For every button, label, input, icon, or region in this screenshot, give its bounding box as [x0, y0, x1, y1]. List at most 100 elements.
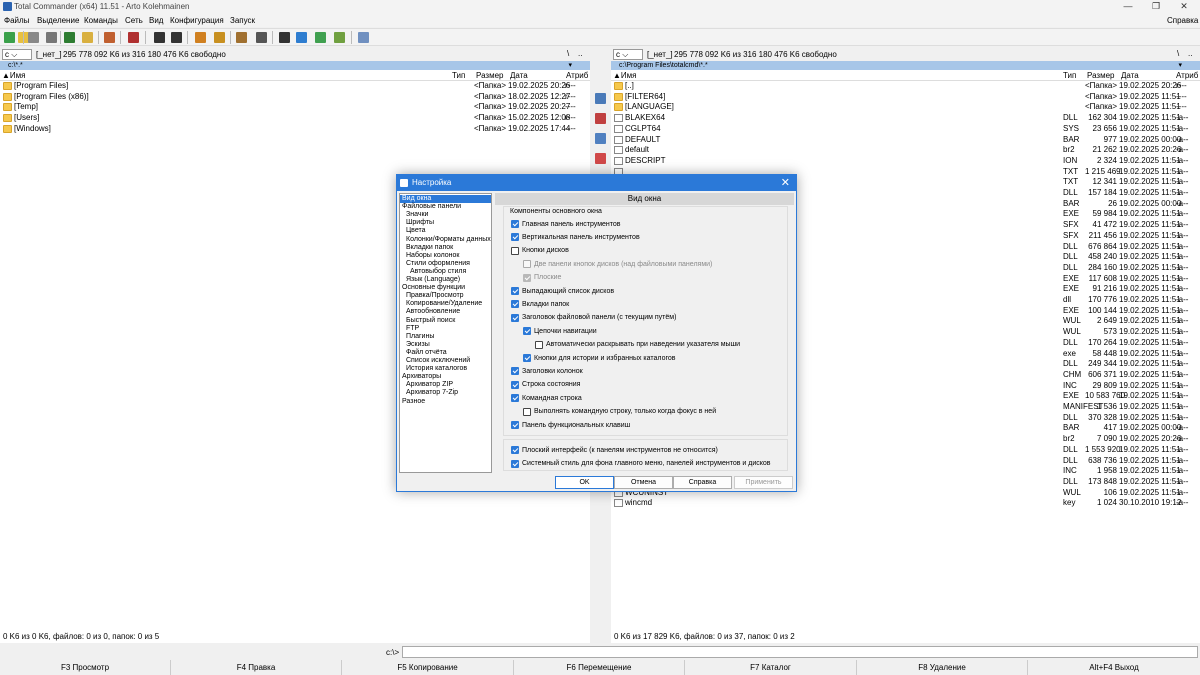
find-icon[interactable]: [236, 32, 247, 43]
option-checkbox[interactable]: [523, 260, 531, 269]
file-row[interactable]: DEFAULT BAR 977 19.02.2025 00:00 -a--: [611, 135, 1200, 146]
option-checkbox[interactable]: [511, 233, 519, 242]
right-col-date[interactable]: Дата: [1121, 70, 1139, 81]
file-row[interactable]: [LANGUAGE] <Папка> 19.02.2025 11:51 ----: [611, 102, 1200, 113]
tree-item[interactable]: Автовыбор стиля: [410, 268, 466, 276]
tree-item[interactable]: Эскизы: [406, 341, 430, 349]
unselect-icon[interactable]: [128, 32, 139, 43]
tree-item[interactable]: Архиватор 7-Zip: [406, 389, 458, 397]
option-checkbox[interactable]: [523, 273, 531, 282]
option-checkbox[interactable]: [511, 287, 519, 295]
left-col-date[interactable]: Дата: [510, 70, 528, 81]
tree-item[interactable]: Файл отчёта: [406, 349, 447, 357]
file-row[interactable]: BLAKEX64 DLL 162 304 19.02.2025 11:51 -a--: [611, 113, 1200, 124]
f8-delete-button[interactable]: F8 Удаление: [857, 660, 1028, 675]
pack-icon[interactable]: [195, 32, 206, 43]
option-checkbox[interactable]: [511, 300, 519, 309]
right-up-button[interactable]: ..: [1188, 49, 1192, 58]
f7-mkdir-button[interactable]: F7 Каталог: [685, 660, 857, 675]
tree-item[interactable]: Разное: [402, 398, 425, 406]
option-checkbox[interactable]: [511, 394, 519, 403]
tree-item[interactable]: Автообновление: [406, 308, 460, 316]
f6-move-button[interactable]: F6 Перемещение: [514, 660, 685, 675]
command-input[interactable]: [402, 646, 1198, 658]
tree-item[interactable]: Архиваторы: [402, 373, 441, 381]
file-row[interactable]: wincmd key 1 024 30.10.2010 19:12 -a--: [611, 498, 1200, 509]
left-col-name[interactable]: ▲Имя: [2, 70, 26, 81]
file-row[interactable]: [Windows] <Папка> 19.02.2025 17:44 ----: [0, 124, 590, 135]
ok-button[interactable]: OK: [555, 476, 614, 489]
tree-item[interactable]: Значки: [406, 211, 428, 219]
maximize-button[interactable]: ❐: [1142, 0, 1170, 13]
tree-item[interactable]: Вид окна: [400, 195, 491, 203]
option-checkbox[interactable]: [511, 380, 519, 389]
tree-item[interactable]: Шрифты: [406, 219, 434, 227]
file-row[interactable]: [Program Files] <Папка> 19.02.2025 20:26 r-…: [0, 81, 590, 92]
option-checkbox[interactable]: [511, 246, 519, 255]
tree-item[interactable]: Правка/Просмотр: [406, 292, 464, 300]
menu-help[interactable]: Справка: [1167, 16, 1198, 25]
compare-icon[interactable]: [334, 32, 345, 43]
brief-view-icon[interactable]: [28, 32, 39, 43]
help-button[interactable]: Справка: [673, 476, 732, 489]
right-drive-select[interactable]: c ⌵: [613, 49, 643, 60]
tree-item[interactable]: Архиватор ZIP: [406, 381, 453, 389]
alt-f4-exit-button[interactable]: Alt+F4 Выход: [1028, 660, 1200, 675]
left-col-size[interactable]: Размер: [476, 70, 504, 81]
option-checkbox[interactable]: [511, 421, 519, 429]
option-checkbox[interactable]: [511, 313, 519, 322]
file-row[interactable]: [FILTER64] <Папка> 19.02.2025 11:51 ----: [611, 92, 1200, 103]
sync-icon[interactable]: [315, 32, 326, 43]
minimize-button[interactable]: —: [1114, 0, 1142, 13]
vt-edit-icon[interactable]: [595, 113, 606, 124]
tree-item[interactable]: Стили оформления: [406, 260, 470, 268]
menu-commands[interactable]: Команды: [84, 16, 118, 25]
right-col-size[interactable]: Размер: [1087, 70, 1115, 81]
tree-item[interactable]: История каталогов: [406, 365, 467, 373]
tree-item[interactable]: Язык (Language): [406, 276, 460, 284]
vt-move-icon[interactable]: [595, 133, 606, 144]
cancel-button[interactable]: Отмена: [614, 476, 673, 489]
forward-arrow-icon[interactable]: [171, 32, 182, 43]
left-path-bar[interactable]: c:\*.* ▾: [0, 61, 590, 70]
file-row[interactable]: default br2 21 262 19.02.2025 20:26 -a--: [611, 145, 1200, 156]
menu-selection[interactable]: Выделение: [37, 16, 79, 25]
left-up-button[interactable]: ..: [578, 49, 582, 58]
right-col-name[interactable]: ▲Имя: [613, 70, 637, 81]
option-checkbox[interactable]: [511, 367, 519, 376]
tree-item[interactable]: Наборы колонок: [406, 252, 459, 260]
tree-item[interactable]: Список исключений: [406, 357, 470, 365]
left-col-attr[interactable]: Атриб: [566, 70, 588, 81]
multi-rename-icon[interactable]: [256, 32, 267, 43]
option-checkbox[interactable]: [523, 407, 531, 416]
option-checkbox[interactable]: [511, 220, 519, 228]
right-root-button[interactable]: \: [1177, 49, 1179, 58]
file-row[interactable]: [Temp] <Папка> 19.02.2025 20:27 ----: [0, 102, 590, 113]
file-row[interactable]: [Users] <Папка> 15.02.2025 12:08 r---: [0, 113, 590, 124]
back-arrow-icon[interactable]: [154, 32, 165, 43]
f3-view-button[interactable]: F3 Просмотр: [0, 660, 171, 675]
right-col-type[interactable]: Тип: [1063, 70, 1076, 81]
tree-item[interactable]: Быстрый поиск: [406, 317, 455, 325]
notepad-icon[interactable]: [358, 32, 369, 43]
left-drive-select[interactable]: c ⌵: [2, 49, 32, 60]
close-window-button[interactable]: ✕: [1170, 0, 1198, 13]
menu-network[interactable]: Сеть: [125, 16, 143, 25]
menu-files[interactable]: Файлы: [4, 16, 29, 25]
style-option-checkbox[interactable]: [511, 446, 519, 454]
binoculars-icon[interactable]: [279, 32, 290, 43]
left-root-button[interactable]: \: [567, 49, 569, 58]
file-row[interactable]: [..] <Папка> 19.02.2025 20:26 r---: [611, 81, 1200, 92]
file-row[interactable]: [Program Files (x86)] <Папка> 18.02.2025 1…: [0, 92, 590, 103]
thumbnails-icon[interactable]: [64, 32, 75, 43]
select-files-icon[interactable]: [104, 32, 115, 43]
unpack-icon[interactable]: [214, 32, 225, 43]
tree-item[interactable]: Основные функции: [402, 284, 465, 292]
menu-view[interactable]: Вид: [149, 16, 163, 25]
tree-item[interactable]: Цвета: [406, 227, 426, 235]
tree-item[interactable]: Файловые панели: [402, 203, 461, 211]
f5-copy-button[interactable]: F5 Копирование: [342, 660, 514, 675]
dialog-close-button[interactable]: ✕: [781, 175, 790, 191]
tree-item[interactable]: FTP: [406, 325, 419, 333]
quick-view-icon[interactable]: [82, 32, 93, 43]
